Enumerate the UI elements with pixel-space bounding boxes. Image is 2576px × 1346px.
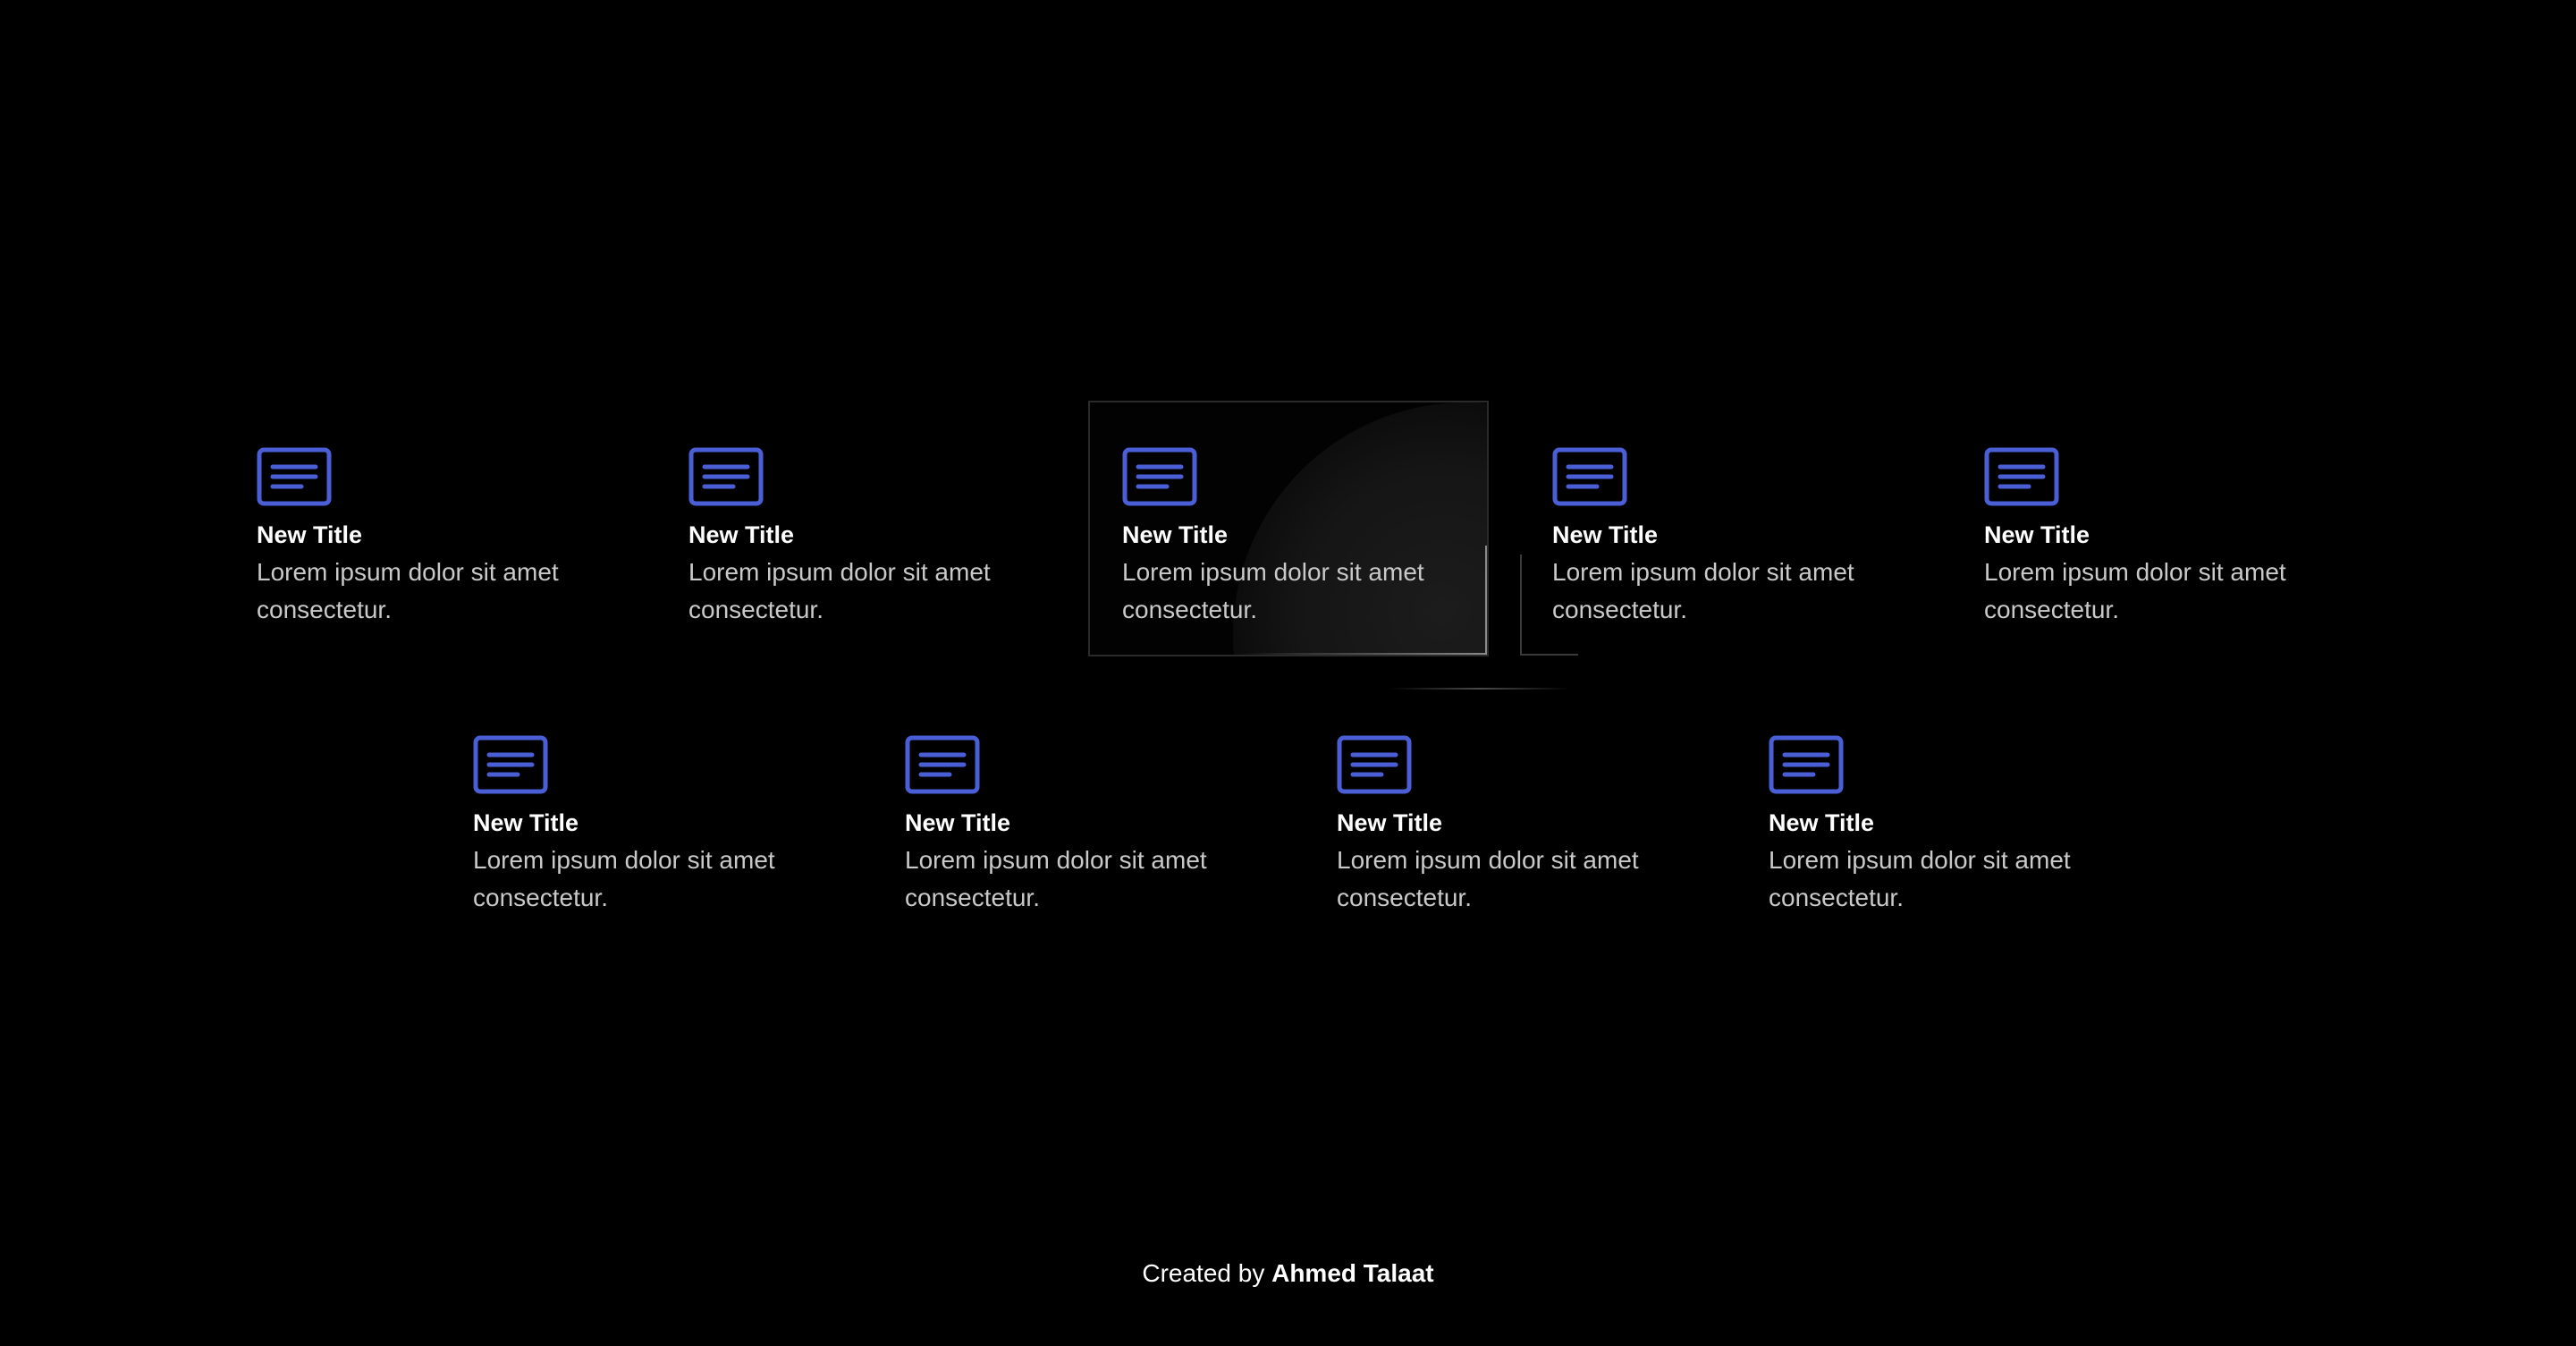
footer-author[interactable]: Ahmed Talaat [1271,1259,1434,1287]
card-title: New Title [1337,809,1443,836]
footer-credit: Created by Ahmed Talaat [0,1259,2576,1288]
card-text: Lorem ipsum dolor sit amet consectetur. [1122,558,1424,623]
card-3[interactable]: New Title Lorem ipsum dolor sit amet con… [1088,401,1489,656]
card-title: New Title [1552,521,1659,548]
card-title: New Title [1769,809,1875,836]
divider-line [1520,654,1578,656]
document-icon [1337,735,1412,794]
card-title: New Title [905,809,1011,836]
document-icon [257,447,332,506]
card-text: Lorem ipsum dolor sit amet consectetur. [688,558,991,623]
card-text: Lorem ipsum dolor sit amet consectetur. [905,846,1207,911]
document-icon [1769,735,1844,794]
hover-edge [1242,653,1487,655]
footer-prefix: Created by [1142,1259,1265,1287]
card-title: New Title [688,521,795,548]
divider-line [1520,554,1522,655]
card-6[interactable]: New Title Lorem ipsum dolor sit amet con… [441,690,841,946]
hover-edge [1485,546,1487,655]
card-text: Lorem ipsum dolor sit amet consectetur. [1552,558,1854,623]
card-1[interactable]: New Title Lorem ipsum dolor sit amet con… [224,402,625,658]
card-title: New Title [473,809,579,836]
card-text: Lorem ipsum dolor sit amet consectetur. [1984,558,2286,623]
card-text: Lorem ipsum dolor sit amet consectetur. [257,558,559,623]
document-icon [1984,447,2059,506]
card-title: New Title [1984,521,2090,548]
card-5[interactable]: New Title Lorem ipsum dolor sit amet con… [1952,402,2352,658]
card-7[interactable]: New Title Lorem ipsum dolor sit amet con… [873,690,1273,946]
document-icon [688,447,764,506]
card-text: Lorem ipsum dolor sit amet consectetur. [473,846,775,911]
card-title: New Title [257,521,363,548]
document-icon [905,735,980,794]
document-icon [1552,447,1627,506]
document-icon [1122,447,1197,506]
card-4[interactable]: New Title Lorem ipsum dolor sit amet con… [1520,402,1921,658]
divider-line [1389,688,1570,690]
card-text: Lorem ipsum dolor sit amet consectetur. [1769,846,2071,911]
document-icon [473,735,548,794]
card-9[interactable]: New Title Lorem ipsum dolor sit amet con… [1736,690,2137,946]
card-8[interactable]: New Title Lorem ipsum dolor sit amet con… [1305,690,1705,946]
card-2[interactable]: New Title Lorem ipsum dolor sit amet con… [656,402,1057,658]
card-text: Lorem ipsum dolor sit amet consectetur. [1337,846,1639,911]
card-title: New Title [1122,521,1229,548]
